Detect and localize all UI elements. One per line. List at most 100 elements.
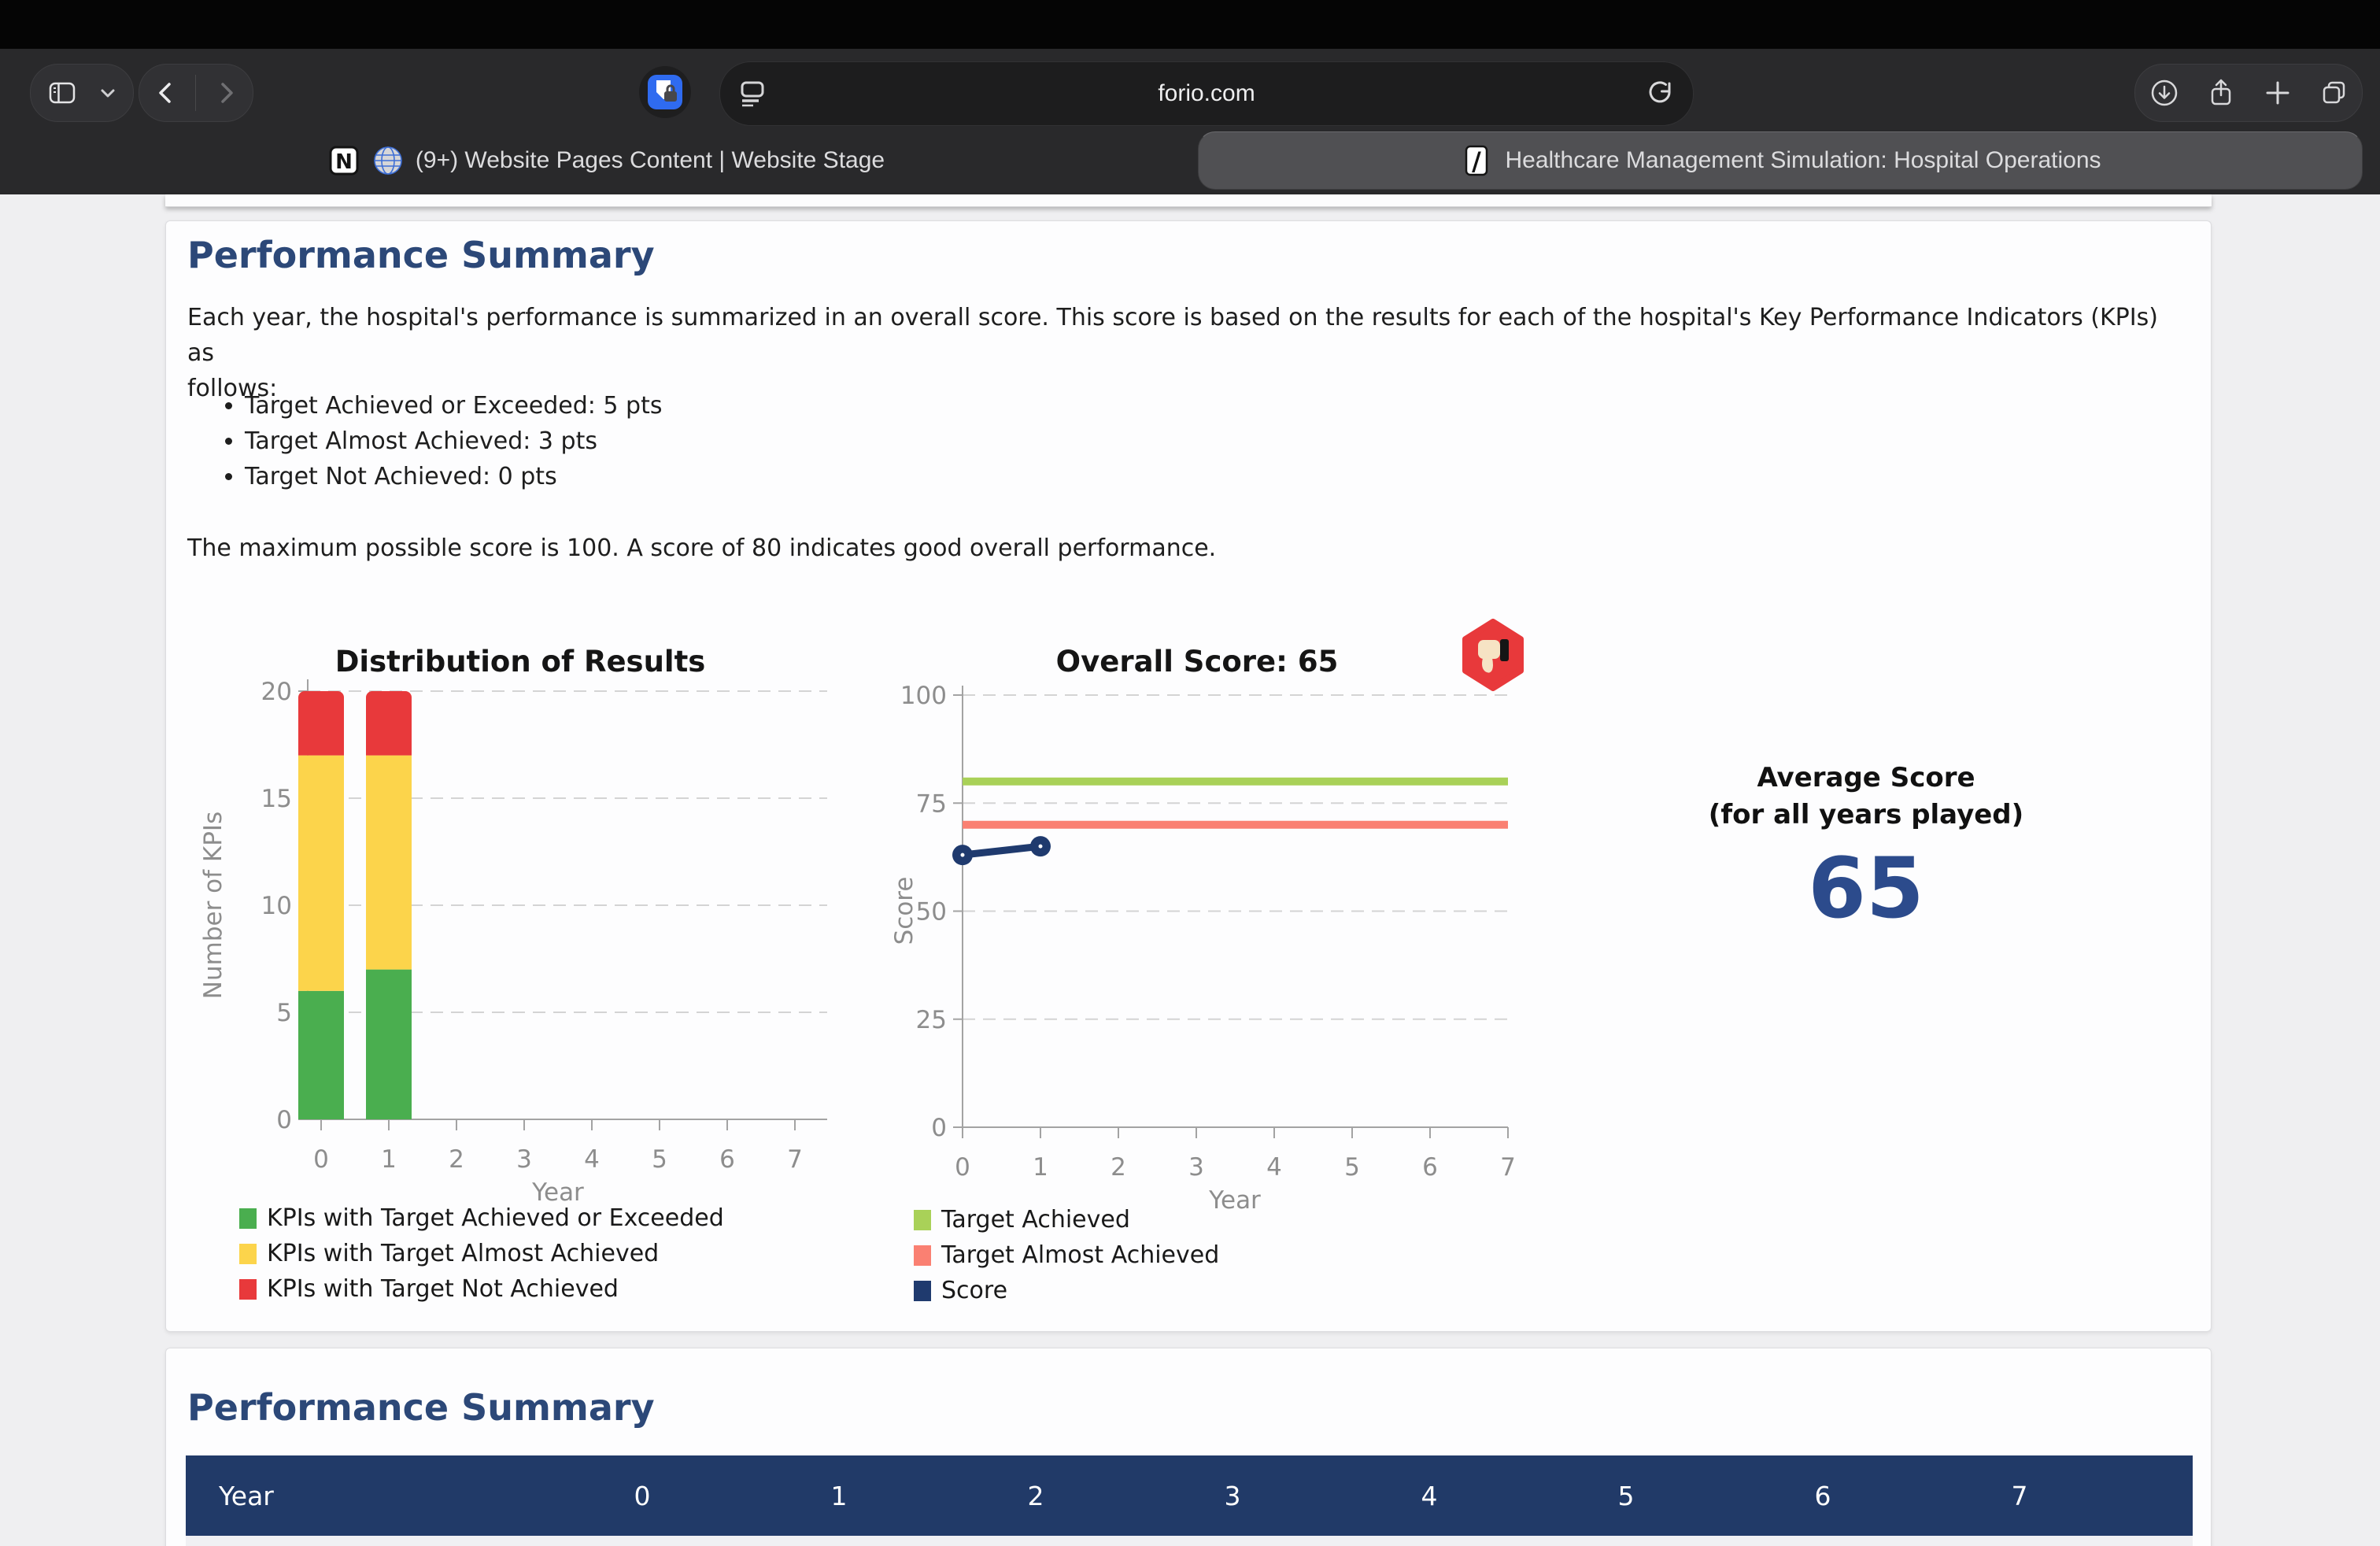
list-item: Target Not Achieved: 0 pts xyxy=(245,459,663,494)
thumbs-down-badge-icon xyxy=(1462,619,1524,691)
legend-swatch xyxy=(914,1281,931,1301)
svg-text:2: 2 xyxy=(449,1145,464,1174)
svg-text:75: 75 xyxy=(916,790,947,818)
privacy-extension-button[interactable] xyxy=(639,66,691,118)
legend-label: KPIs with Target Not Achieved xyxy=(267,1276,619,1303)
page-content: Performance Summary Each year, the hospi… xyxy=(0,194,2380,1546)
average-score-value: 65 xyxy=(1693,840,2039,937)
share-icon[interactable] xyxy=(2205,77,2237,109)
closing-paragraph: The maximum possible score is 100. A sco… xyxy=(187,531,2186,566)
table-header-cell: 7 xyxy=(1921,1481,2118,1511)
svg-text:Score: Score xyxy=(890,877,918,945)
svg-text:0: 0 xyxy=(313,1145,329,1174)
chevron-down-icon[interactable] xyxy=(97,82,119,104)
divider xyxy=(195,75,196,111)
legend-item: Target Achieved xyxy=(914,1207,1219,1233)
legend-item: KPIs with Target Almost Achieved xyxy=(239,1241,724,1267)
reload-icon[interactable] xyxy=(1647,80,1676,108)
legend-label: Score xyxy=(941,1278,1007,1304)
legend-item: Target Almost Achieved xyxy=(914,1242,1219,1269)
table-header-cell: 1 xyxy=(741,1481,937,1511)
svg-text:/: / xyxy=(1473,146,1482,176)
table-header-year: Year xyxy=(186,1481,544,1511)
svg-text:0: 0 xyxy=(931,1114,947,1142)
svg-text:5: 5 xyxy=(1344,1153,1360,1182)
tab-title: (9+) Website Pages Content | Website Sta… xyxy=(416,147,885,174)
tab-healthcare-simulation[interactable]: / Healthcare Management Simulation: Hosp… xyxy=(1198,131,2363,190)
tab-overview-icon[interactable] xyxy=(2319,77,2350,109)
average-score-panel: Average Score (for all years played) 65 xyxy=(1693,760,2039,937)
legend-item: KPIs with Target Achieved or Exceeded xyxy=(239,1205,724,1232)
svg-text:3: 3 xyxy=(1188,1153,1204,1182)
sidebar-button-group[interactable] xyxy=(30,64,134,122)
legend-item: Score xyxy=(914,1278,1219,1304)
legend-item: KPIs with Target Not Achieved xyxy=(239,1276,724,1303)
list-item: Target Achieved or Exceeded: 5 pts xyxy=(245,388,663,423)
svg-text:50: 50 xyxy=(916,898,947,926)
legend-label: Target Achieved xyxy=(941,1207,1130,1233)
svg-text:7: 7 xyxy=(1500,1153,1516,1182)
privacy-extension-icon xyxy=(647,74,683,110)
table-header-cell: 6 xyxy=(1724,1481,1921,1511)
table-header-cell: 2 xyxy=(937,1481,1134,1511)
svg-text:N: N xyxy=(335,150,353,174)
average-score-subtitle: (for all years played) xyxy=(1693,797,2039,834)
svg-text:Distribution of Results: Distribution of Results xyxy=(335,645,706,679)
svg-text:6: 6 xyxy=(719,1145,735,1174)
svg-text:7: 7 xyxy=(787,1145,803,1174)
window-button-group xyxy=(2134,64,2363,122)
previous-card-edge xyxy=(165,194,2212,207)
svg-text:Number of KPIs: Number of KPIs xyxy=(199,812,227,999)
svg-text:0: 0 xyxy=(955,1153,970,1182)
tab-title: Healthcare Management Simulation: Hospit… xyxy=(1505,147,2101,174)
svg-text:0: 0 xyxy=(276,1106,292,1134)
tab-website-pages[interactable]: N (9+) Website Pages Content | Website S… xyxy=(24,131,1188,190)
performance-summary-table-card: Performance Summary Year 01234567 xyxy=(165,1348,2212,1546)
notion-favicon: N xyxy=(327,144,360,177)
bar-chart-legend: KPIs with Target Achieved or Exceeded KPI… xyxy=(239,1205,724,1311)
svg-text:4: 4 xyxy=(584,1145,600,1174)
table-header-cell: 4 xyxy=(1331,1481,1528,1511)
performance-summary-card: Performance Summary Each year, the hospi… xyxy=(165,220,2212,1332)
forio-favicon: / xyxy=(1459,143,1494,178)
svg-text:6: 6 xyxy=(1422,1153,1438,1182)
legend-swatch xyxy=(239,1244,257,1264)
svg-text:10: 10 xyxy=(261,892,292,920)
nav-button-group xyxy=(139,64,253,122)
svg-text:3: 3 xyxy=(516,1145,532,1174)
svg-text:100: 100 xyxy=(900,682,947,710)
svg-text:5: 5 xyxy=(276,999,292,1027)
screen: forio.com xyxy=(0,0,2380,1546)
section-heading: Performance Summary xyxy=(187,234,655,276)
globe-favicon xyxy=(371,144,405,177)
browser-toolbar: forio.com xyxy=(0,49,2380,196)
svg-text:1: 1 xyxy=(1033,1153,1048,1182)
svg-text:2: 2 xyxy=(1111,1153,1126,1182)
legend-swatch xyxy=(914,1210,931,1230)
legend-swatch xyxy=(239,1279,257,1300)
legend-label: KPIs with Target Achieved or Exceeded xyxy=(267,1205,724,1232)
table-next-row-edge xyxy=(186,1536,2193,1546)
section-heading: Performance Summary xyxy=(187,1386,655,1429)
table-header-row: Year 01234567 xyxy=(186,1455,2193,1536)
new-tab-icon[interactable] xyxy=(2262,77,2293,109)
legend-swatch xyxy=(914,1245,931,1266)
svg-text:15: 15 xyxy=(261,785,292,813)
back-icon[interactable] xyxy=(152,79,180,107)
legend-label: KPIs with Target Almost Achieved xyxy=(267,1241,659,1267)
table-header-cell: 5 xyxy=(1528,1481,1724,1511)
forward-icon[interactable] xyxy=(212,79,240,107)
legend-label: Target Almost Achieved xyxy=(941,1242,1219,1269)
table-header-cell: 0 xyxy=(544,1481,741,1511)
svg-text:25: 25 xyxy=(916,1006,947,1034)
svg-text:4: 4 xyxy=(1266,1153,1282,1182)
svg-text:5: 5 xyxy=(652,1145,667,1174)
url-text[interactable]: forio.com xyxy=(720,62,1693,125)
address-bar[interactable]: forio.com xyxy=(719,61,1694,126)
table-header-cell: 3 xyxy=(1134,1481,1331,1511)
sidebar-toggle-icon[interactable] xyxy=(46,77,78,109)
svg-text:Overall Score: 65: Overall Score: 65 xyxy=(1056,645,1339,679)
legend-swatch xyxy=(239,1208,257,1229)
list-item: Target Almost Achieved: 3 pts xyxy=(245,423,663,459)
downloads-icon[interactable] xyxy=(2149,77,2180,109)
